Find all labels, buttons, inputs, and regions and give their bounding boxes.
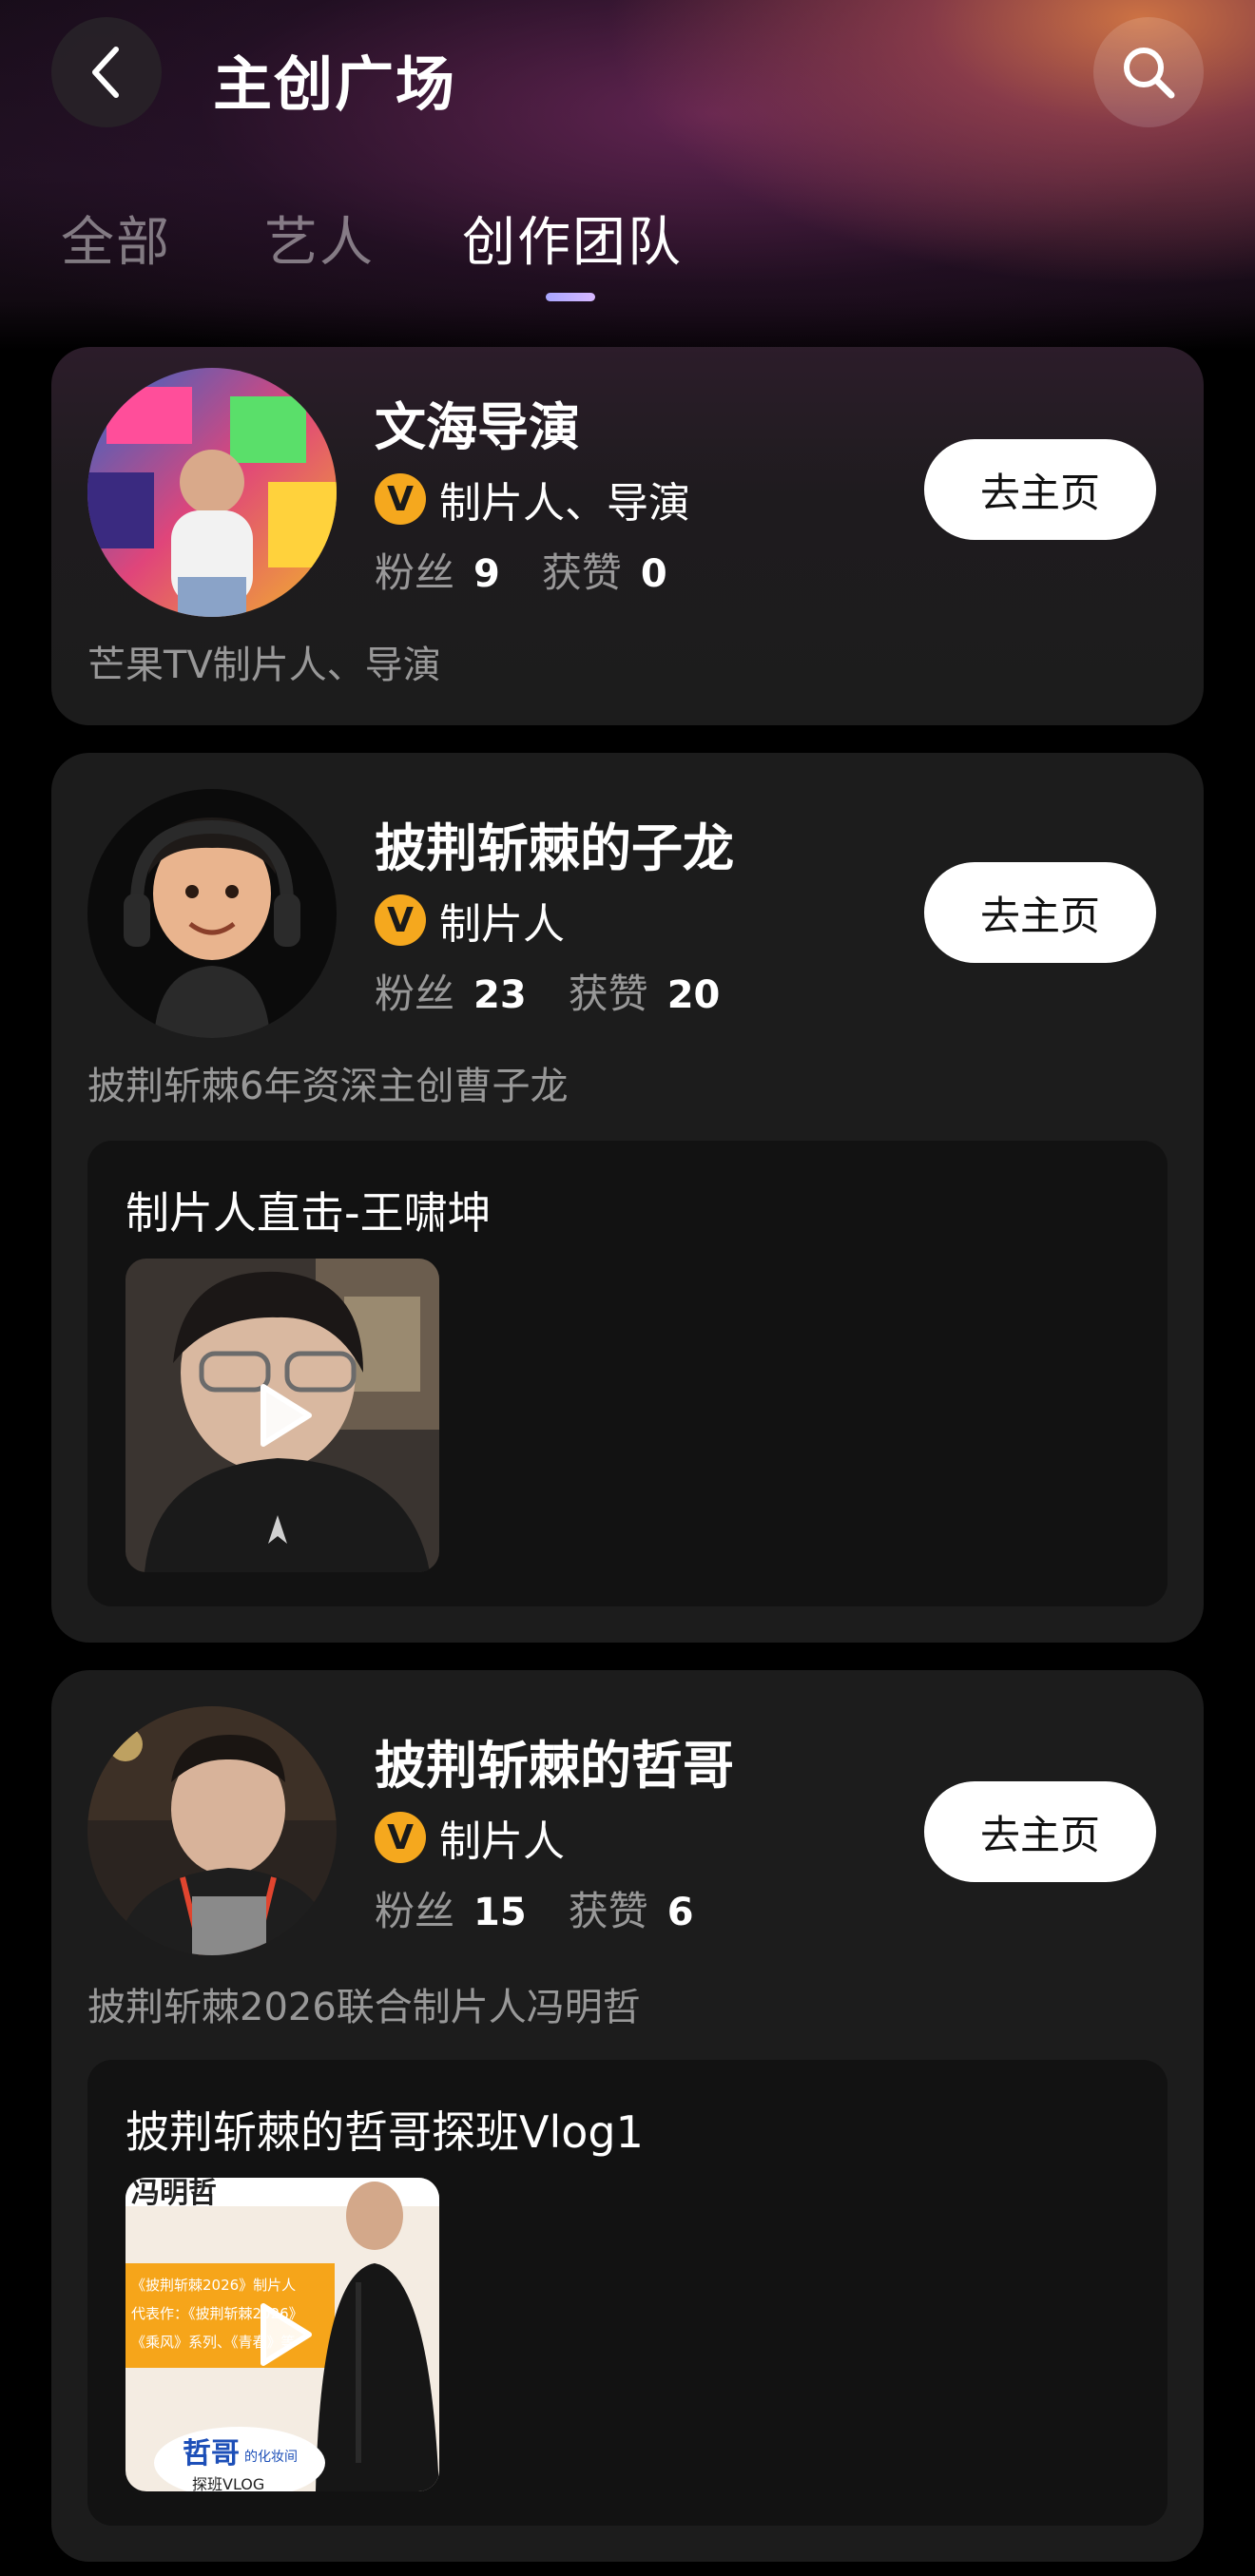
tab-bar: 全部 艺人 创作团队 — [0, 200, 1255, 304]
creator-roles: V 制片人、导演 — [375, 469, 690, 529]
page: 主创广场 全部 艺人 创作团队 文海导演 V 制片人、导演 粉丝 9 获赞 0 … — [0, 0, 1255, 2576]
tab-all[interactable]: 全部 — [61, 200, 171, 277]
tab-creative-team[interactable]: 创作团队 — [462, 200, 683, 277]
role-text: 制片人 — [439, 900, 565, 949]
creator-card: 披荆斩棘的哲哥 V 制片人 粉丝 15 获赞 6 去主页 披荆斩棘2026联合制… — [51, 1670, 1204, 2562]
avatar[interactable] — [87, 789, 337, 1038]
fans-count: 23 — [473, 973, 527, 1017]
tab-artists[interactable]: 艺人 — [264, 200, 375, 277]
play-icon — [261, 1384, 312, 1447]
creator-name: 文海导演 — [375, 397, 580, 457]
avatar[interactable] — [87, 368, 337, 617]
video-section: 制片人直击-王啸坤 — [87, 1141, 1168, 1606]
thumb-top-text: 冯明哲 — [131, 2178, 217, 2210]
role-text: 制片人、导演 — [439, 479, 690, 528]
search-icon — [1124, 48, 1175, 99]
v-badge-icon: V — [375, 894, 426, 946]
fans-count: 15 — [473, 1891, 527, 1934]
go-homepage-button[interactable]: 去主页 — [924, 862, 1156, 963]
video-thumbnail[interactable]: 冯明哲 《披荆斩棘2026》制片人 代表作：《披荆斩棘2026》 《乘风》系列、… — [126, 2178, 439, 2491]
role-text: 制片人 — [439, 1817, 565, 1866]
avatar[interactable] — [87, 1706, 337, 1955]
creator-bio: 披荆斩棘2026联合制片人冯明哲 — [87, 1986, 641, 2029]
likes-label: 获赞 — [568, 1888, 648, 1934]
creator-stats: 粉丝 15 获赞 6 — [375, 1879, 736, 1937]
chevron-left-icon — [92, 47, 119, 98]
likes-count: 6 — [666, 1891, 694, 1934]
creator-stats: 粉丝 23 获赞 20 — [375, 962, 762, 1020]
fans-label: 粉丝 — [375, 1888, 455, 1934]
page-title: 主创广场 — [213, 49, 457, 119]
creator-bio: 披荆斩棘6年资深主创曹子龙 — [87, 1065, 569, 1108]
thumb-sticker: 哲哥 — [183, 2437, 240, 2470]
video-thumbnail[interactable] — [126, 1259, 439, 1572]
likes-count: 0 — [640, 552, 667, 596]
creator-stats: 粉丝 9 获赞 0 — [375, 541, 709, 599]
likes-count: 20 — [666, 973, 721, 1017]
creator-card: 文海导演 V 制片人、导演 粉丝 9 获赞 0 去主页 芒果TV制片人、导演 — [51, 347, 1204, 725]
creator-name: 披荆斩棘的哲哥 — [375, 1736, 734, 1796]
video-title[interactable]: 披荆斩棘的哲哥探班Vlog1 — [126, 2098, 644, 2161]
likes-label: 获赞 — [568, 971, 648, 1017]
fans-count: 9 — [473, 552, 500, 596]
video-section: 披荆斩棘的哲哥探班Vlog1 冯明哲 《披荆斩棘2026》制片人 代表作：《披荆… — [87, 2060, 1168, 2526]
creator-roles: V 制片人 — [375, 1807, 565, 1868]
creator-bio: 芒果TV制片人、导演 — [87, 644, 441, 687]
creator-name: 披荆斩棘的子龙 — [375, 818, 734, 878]
play-icon — [261, 2303, 312, 2366]
fans-label: 粉丝 — [375, 549, 455, 596]
thumb-bottom: 探班VLOG — [192, 2475, 264, 2491]
v-badge-icon: V — [375, 1812, 426, 1863]
v-badge-icon: V — [375, 473, 426, 525]
fans-label: 粉丝 — [375, 971, 455, 1017]
search-button[interactable] — [1093, 17, 1204, 127]
likes-label: 获赞 — [541, 549, 622, 596]
creator-roles: V 制片人 — [375, 890, 565, 951]
thumb-sticker-sub: 的化妆间 — [244, 2450, 298, 2465]
back-button[interactable] — [51, 17, 162, 127]
video-title[interactable]: 制片人直击-王啸坤 — [126, 1179, 492, 1241]
thumb-line-1: 《披荆斩棘2026》制片人 — [131, 2277, 296, 2294]
creator-card: 披荆斩棘的子龙 V 制片人 粉丝 23 获赞 20 去主页 披荆斩棘6年资深主创… — [51, 753, 1204, 1643]
go-homepage-button[interactable]: 去主页 — [924, 1781, 1156, 1882]
go-homepage-button[interactable]: 去主页 — [924, 439, 1156, 540]
tab-active-indicator — [546, 293, 595, 301]
